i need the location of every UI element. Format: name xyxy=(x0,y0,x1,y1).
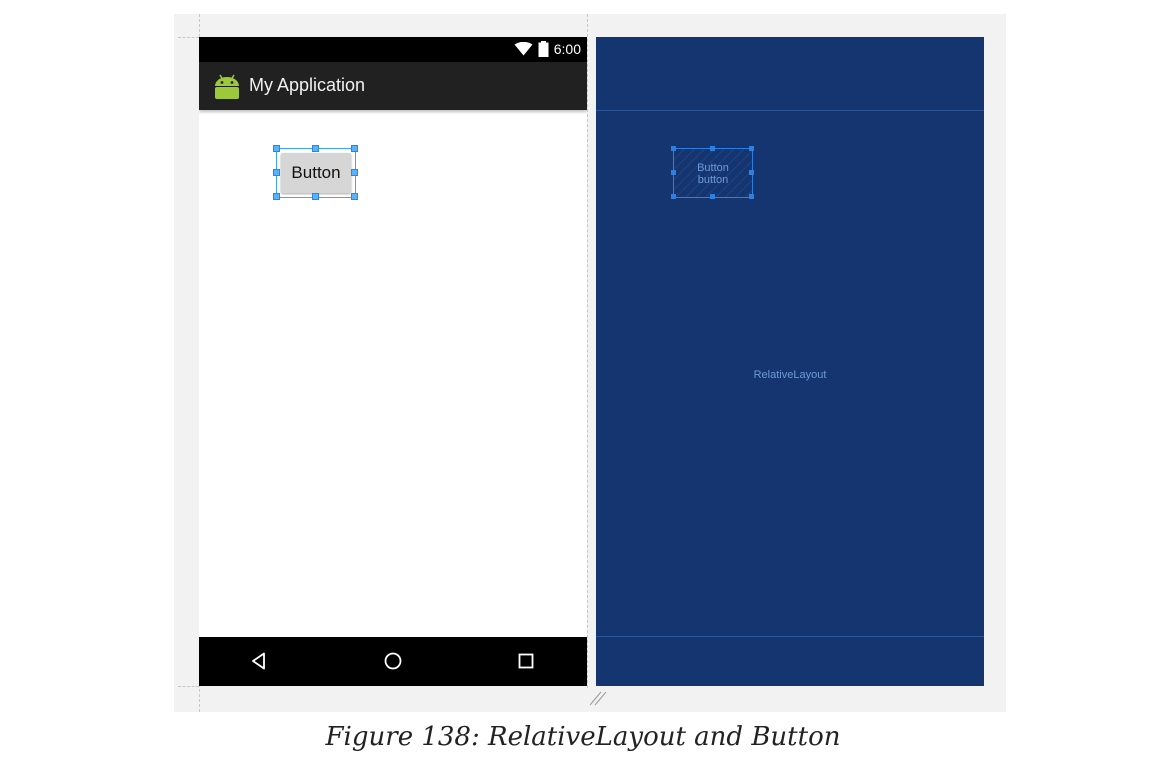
blueprint-handle-top-right[interactable] xyxy=(749,146,754,151)
resize-handle-left[interactable] xyxy=(273,169,280,176)
blueprint-button-id: button xyxy=(697,174,729,186)
blueprint-handle-bottom-right[interactable] xyxy=(749,194,754,199)
design-surface[interactable]: 6:00 My Application Button xyxy=(199,37,587,686)
resize-grip-icon[interactable] xyxy=(588,688,608,708)
blueprint-button-outline[interactable]: Button button xyxy=(671,146,754,199)
status-time: 6:00 xyxy=(553,41,581,57)
resize-handle-top-left[interactable] xyxy=(273,145,280,152)
android-icon xyxy=(215,74,239,99)
home-circle-icon[interactable] xyxy=(381,649,405,673)
resize-handle-top-right[interactable] xyxy=(351,145,358,152)
blueprint-handle-bottom-left[interactable] xyxy=(671,194,676,199)
blueprint-handle-top[interactable] xyxy=(710,146,715,151)
blueprint-nav-bar-boundary xyxy=(596,636,984,637)
button-selection-box[interactable]: Button xyxy=(273,145,358,200)
blueprint-surface[interactable]: Button button RelativeLayout xyxy=(596,37,984,686)
guide-line-bottom xyxy=(178,686,199,687)
navigation-bar xyxy=(199,637,587,686)
blueprint-handle-bottom[interactable] xyxy=(710,194,715,199)
action-bar: My Application xyxy=(199,62,587,110)
blueprint-handle-right[interactable] xyxy=(749,170,754,175)
blueprint-handle-left[interactable] xyxy=(671,170,676,175)
battery-icon xyxy=(538,41,549,57)
resize-handle-bottom[interactable] xyxy=(312,193,319,200)
blueprint-button-text: Button xyxy=(697,162,729,174)
guide-line-middle xyxy=(587,14,588,688)
blueprint-action-bar-boundary xyxy=(596,110,984,111)
app-title: My Application xyxy=(249,75,366,95)
blueprint-handle-top-left[interactable] xyxy=(671,146,676,151)
back-triangle-icon[interactable] xyxy=(247,649,271,673)
resize-handle-right[interactable] xyxy=(351,169,358,176)
resize-handle-bottom-right[interactable] xyxy=(351,193,358,200)
resize-handle-bottom-left[interactable] xyxy=(273,193,280,200)
blueprint-layout-label: RelativeLayout xyxy=(753,369,827,381)
status-bar: 6:00 xyxy=(199,37,587,62)
recents-square-icon[interactable] xyxy=(514,649,538,673)
wifi-icon xyxy=(514,42,533,56)
figure-caption: Figure 138: RelativeLayout and Button xyxy=(325,722,841,752)
guide-line-top xyxy=(178,37,199,38)
resize-handle-top[interactable] xyxy=(312,145,319,152)
button-widget[interactable]: Button xyxy=(281,153,351,193)
